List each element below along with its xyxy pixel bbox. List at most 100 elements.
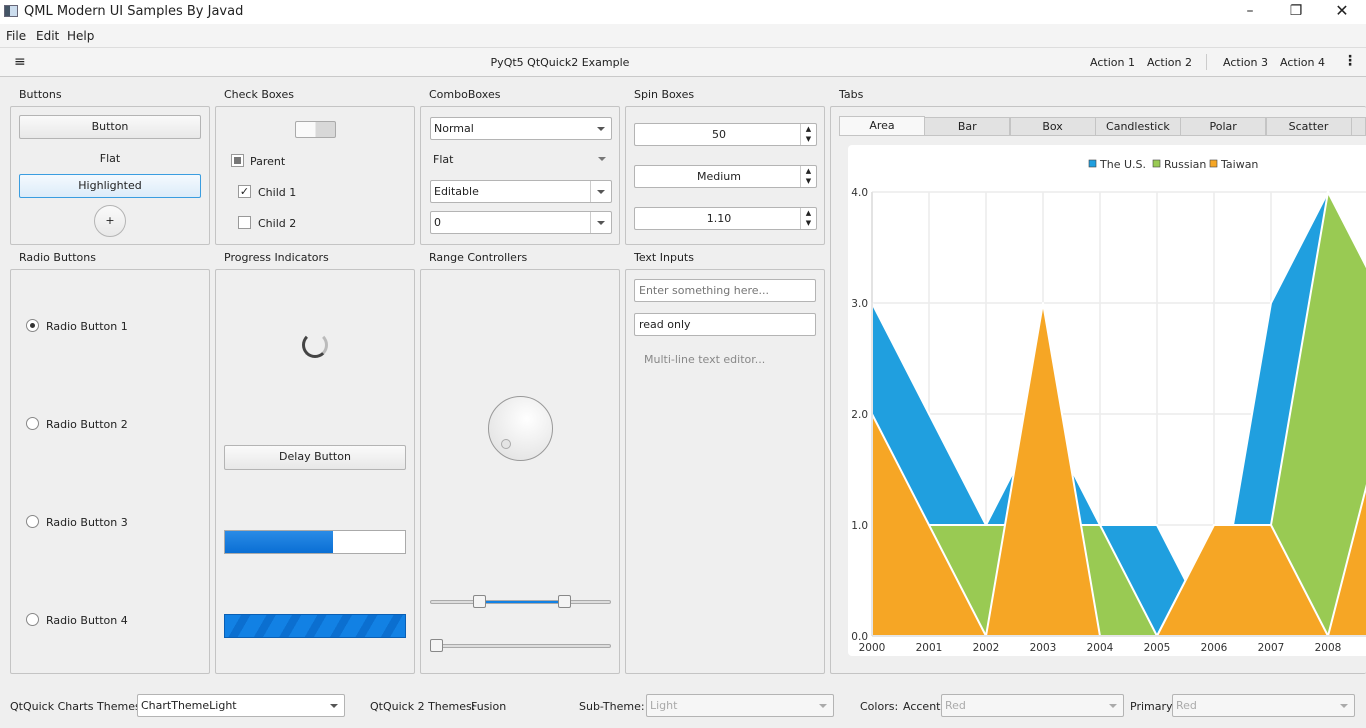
radios-group: Radio Button 1 Radio Button 2 Radio Butt… [10,269,210,674]
chevron-down-icon [1340,704,1348,708]
menu-help[interactable]: Help [67,29,94,43]
chart-svg: 0.01.02.03.04.02000 2001 2002 2003 2004 2005 2… [851,158,1366,654]
flat-button[interactable]: Flat [19,152,201,165]
editable-combobox-value: Editable [434,185,479,198]
y-tick-label: 4.0 [851,187,868,199]
indeterminate-progress-bar [224,614,406,638]
textinputs-group: read only Multi-line text editor... [625,269,825,674]
slider-track[interactable] [430,644,611,648]
spinbox-value: 50 [712,128,726,141]
qt-theme-value: Fusion [471,700,507,713]
close-button[interactable]: ✕ [1319,0,1365,24]
tab-area[interactable]: Area [839,116,925,136]
dial[interactable] [488,396,553,461]
x-tick-label: 2002 [973,642,1000,654]
text-spinbox[interactable]: Medium ▲ ▼ [634,165,817,188]
combobox-divider [590,212,591,233]
number-combobox[interactable]: 0 [430,211,612,234]
accent-value: Red [945,699,966,712]
tab-more[interactable] [1350,117,1366,136]
more-options-icon[interactable]: ⋮ [1343,53,1357,69]
app-icon [4,5,18,17]
subtheme-value: Light [650,699,678,712]
delay-button[interactable]: Delay Button [224,445,406,470]
editable-combobox[interactable]: Editable [430,180,612,203]
charts-theme-combobox[interactable]: ChartThemeLight [137,694,345,717]
spin-up-down-icon[interactable]: ▲ ▼ [800,166,816,187]
radio-button-4[interactable] [26,613,39,626]
dial-handle[interactable] [501,439,511,449]
radio-dot-icon [30,323,35,328]
combobox-divider [590,181,591,202]
child2-checkbox[interactable] [238,216,251,229]
colors-label: Colors: [860,700,899,713]
child1-checkbox-label: Child 1 [258,186,297,199]
accent-label: Accent [903,700,941,713]
tab-candlestick[interactable]: Candlestick [1094,117,1181,136]
number-spinbox[interactable]: 50 ▲ ▼ [634,123,817,146]
x-tick-label: 2000 [859,642,886,654]
chevron-down-icon [597,221,605,225]
action-2-button[interactable]: Action 2 [1147,56,1192,69]
comboboxes-group: Normal Flat Editable 0 [420,106,620,245]
slider-handle[interactable] [430,639,443,652]
flat-combobox[interactable]: Flat [430,148,612,171]
minimize-button[interactable]: – [1227,0,1273,24]
action-4-button[interactable]: Action 4 [1280,56,1325,69]
menu-edit[interactable]: Edit [36,29,59,43]
tab-scatter[interactable]: Scatter [1265,117,1352,136]
spinbox-value: Medium [697,170,741,183]
text-field[interactable] [634,279,816,302]
range-slider-first-handle[interactable] [472,595,486,608]
legend-marker [1209,159,1218,168]
highlighted-button[interactable]: Highlighted [19,174,201,198]
parent-checkbox[interactable] [231,154,244,167]
legend-marker [1152,159,1161,168]
charts-themes-label: QtQuick Charts Themes: [10,700,145,713]
menu-file[interactable]: File [6,29,26,43]
x-tick-label: 2003 [1030,642,1057,654]
round-button[interactable]: + [94,205,126,237]
spinboxes-group: 50 ▲ ▼ Medium ▲ ▼ 1.10 ▲ ▼ [625,106,825,245]
toolbar-title: PyQt5 QtQuick2 Example [490,56,630,69]
radio-button-2[interactable] [26,417,39,430]
radio-button-3[interactable] [26,515,39,528]
subtheme-combobox[interactable]: Light [646,694,834,717]
checkboxes-group: Parent ✓ Child 1 Child 2 [215,106,415,245]
radios-group-label: Radio Buttons [19,251,96,264]
action-3-button[interactable]: Action 3 [1223,56,1268,69]
spin-up-down-icon[interactable]: ▲ ▼ [800,124,816,145]
range-group [420,269,620,674]
spinbox-value: 1.10 [706,212,732,225]
radio-button-1[interactable] [26,319,39,332]
range-slider-fill [479,601,565,603]
tab-bar[interactable]: Bar [924,117,1011,136]
range-slider-second-handle[interactable] [557,595,571,608]
progress-group-label: Progress Indicators [224,251,329,264]
normal-combobox[interactable]: Normal [430,117,612,140]
tab-box[interactable]: Box [1009,117,1096,136]
range-slider-track[interactable] [430,600,611,604]
radio-label-3: Radio Button 3 [46,516,128,529]
maximize-button[interactable]: ❐ [1273,0,1319,24]
y-tick-label: 2.0 [851,409,868,421]
normal-combobox-value: Normal [434,122,474,135]
area-chart: 0.0 1.0 2.0 3.0 4.0 2000 2001 2002 2003 2004 2005 2… [848,145,1366,656]
spin-up-down-icon[interactable]: ▲ ▼ [800,208,816,229]
primary-combobox[interactable]: Red [1172,694,1355,717]
partial-check-mark-icon [234,157,241,164]
busy-indicator-icon [302,332,328,358]
multiline-text-editor[interactable]: Multi-line text editor... [644,353,765,366]
action-1-button[interactable]: Action 1 [1090,56,1135,69]
spinboxes-group-label: Spin Boxes [634,88,695,101]
readonly-field[interactable]: read only [634,313,816,336]
normal-button[interactable]: Button [19,115,201,139]
child1-checkbox[interactable]: ✓ [238,185,251,198]
progress-group: Delay Button [215,269,415,674]
tab-polar[interactable]: Polar [1180,117,1267,136]
decimal-spinbox[interactable]: 1.10 ▲ ▼ [634,207,817,230]
chevron-down-icon [598,157,606,161]
y-tick-label: 3.0 [851,298,868,310]
accent-combobox[interactable]: Red [941,694,1124,717]
switch-toggle[interactable] [295,121,336,138]
